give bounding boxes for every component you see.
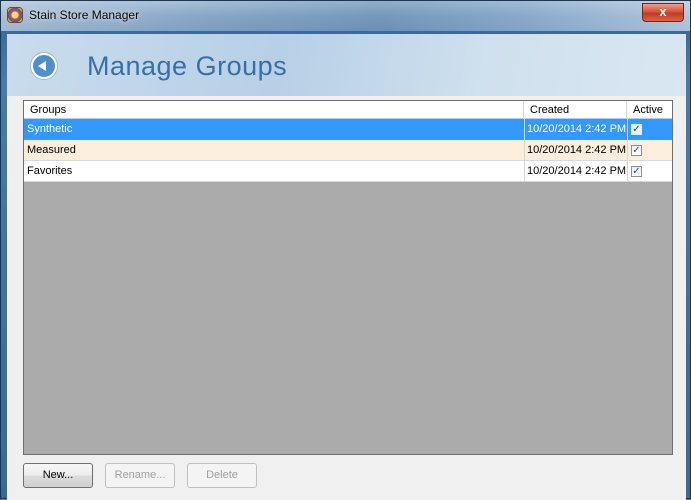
table-row[interactable]: Favorites 10/20/2014 2:42 PM ✓ xyxy=(24,161,672,182)
created-cell: 10/20/2014 2:42 PM xyxy=(524,140,627,161)
active-cell: ✓ xyxy=(627,119,672,140)
column-header-active[interactable]: Active xyxy=(627,101,672,119)
table-row[interactable]: Measured 10/20/2014 2:42 PM ✓ xyxy=(24,140,672,161)
active-checkbox[interactable]: ✓ xyxy=(631,124,642,135)
active-cell: ✓ xyxy=(627,140,672,161)
groups-grid[interactable]: Groups Created Active Synthetic 10/20/20… xyxy=(23,100,673,455)
group-name-cell: Synthetic xyxy=(27,123,73,135)
content-area: Groups Created Active Synthetic 10/20/20… xyxy=(7,96,686,500)
app-window: Stain Store Manager x Manage Groups Grou… xyxy=(0,0,691,500)
page-title: Manage Groups xyxy=(87,51,288,81)
created-cell: 10/20/2014 2:42 PM xyxy=(524,119,627,140)
back-button[interactable] xyxy=(31,53,57,79)
active-checkbox[interactable]: ✓ xyxy=(631,166,642,177)
group-name-cell: Favorites xyxy=(27,165,73,177)
window-title: Stain Store Manager xyxy=(29,8,140,22)
back-arrow-icon xyxy=(38,61,46,71)
new-button[interactable]: New... xyxy=(23,463,93,488)
column-header-created[interactable]: Created xyxy=(524,101,627,119)
created-cell: 10/20/2014 2:42 PM xyxy=(524,161,627,182)
page-header: Manage Groups xyxy=(7,34,686,96)
group-name-cell: Measured xyxy=(27,144,76,156)
table-row[interactable]: Synthetic 10/20/2014 2:42 PM ✓ xyxy=(24,119,672,140)
active-checkbox[interactable]: ✓ xyxy=(631,145,642,156)
grid-header: Groups Created Active xyxy=(24,101,672,119)
title-bar[interactable]: Stain Store Manager x xyxy=(1,1,690,31)
rename-button[interactable]: Rename... xyxy=(105,463,175,488)
active-cell: ✓ xyxy=(627,161,672,182)
column-header-groups[interactable]: Groups xyxy=(24,101,524,119)
delete-button[interactable]: Delete xyxy=(187,463,257,488)
app-logo-icon xyxy=(7,7,23,23)
close-button[interactable]: x xyxy=(642,3,684,22)
